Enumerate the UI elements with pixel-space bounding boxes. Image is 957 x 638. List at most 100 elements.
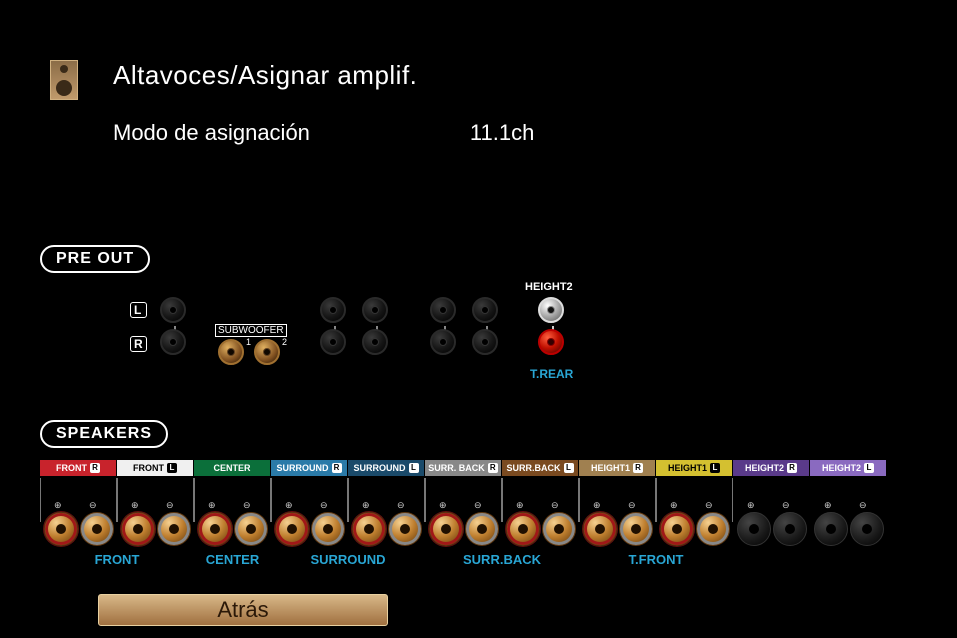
plus-icon: ⊕ xyxy=(747,500,755,511)
speakers-section-label: SPEAKERS xyxy=(40,420,168,448)
minus-icon: ⊖ xyxy=(166,500,174,511)
height2-jack-r xyxy=(538,329,564,355)
speaker-terminal-neg xyxy=(234,512,268,546)
terminal-pair: ⊕⊖ xyxy=(194,478,271,546)
plus-icon: ⊕ xyxy=(362,500,370,511)
terminal-pair: ⊕⊖ xyxy=(348,478,425,546)
channel-label: SURROUNDR xyxy=(271,460,348,476)
speakers-panel: FRONTRFRONTLCENTERSURROUNDRSURROUNDLSURR… xyxy=(40,460,920,567)
preout-jack xyxy=(320,329,346,355)
plus-icon: ⊕ xyxy=(208,500,216,511)
minus-icon: ⊖ xyxy=(474,500,482,511)
terminal-pair: ⊕⊖ xyxy=(502,478,579,546)
channel-label: CENTER xyxy=(194,460,271,476)
preout-jack xyxy=(160,297,186,323)
channel-label: SURR.BACKL xyxy=(502,460,579,476)
left-badge: L xyxy=(130,302,147,318)
terminal-pair: ⊕⊖ xyxy=(425,478,502,546)
subwoofer-jack-1 xyxy=(218,339,244,365)
terminal-pair: ⊕⊖ xyxy=(579,478,656,546)
speaker-terminal-pos xyxy=(44,512,78,546)
speaker-terminal-neg xyxy=(80,512,114,546)
preout-jack xyxy=(430,329,456,355)
terminal-pair: ⊕⊖ xyxy=(117,478,194,546)
speaker-terminal-pos xyxy=(814,512,848,546)
channel-label: HEIGHT2R xyxy=(733,460,810,476)
speaker-terminal-neg xyxy=(542,512,576,546)
speaker-terminal-pos xyxy=(121,512,155,546)
preout-jack xyxy=(430,297,456,323)
back-button-label: Atrás xyxy=(217,597,268,623)
terminal-pair: ⊕⊖ xyxy=(271,478,348,546)
right-badge: R xyxy=(130,336,147,352)
minus-icon: ⊖ xyxy=(243,500,251,511)
minus-icon: ⊖ xyxy=(397,500,405,511)
speaker-terminal-pos xyxy=(583,512,617,546)
channel-label: HEIGHT1L xyxy=(656,460,733,476)
mode-label: Modo de asignación xyxy=(113,120,310,146)
speaker-terminal-pos xyxy=(660,512,694,546)
height2-jack-l xyxy=(538,297,564,323)
minus-icon: ⊖ xyxy=(859,500,867,511)
trear-label: T.REAR xyxy=(530,367,573,381)
channel-label: HEIGHT1R xyxy=(579,460,656,476)
speaker-terminal-pos xyxy=(198,512,232,546)
terminal-pair: ⊕⊖ xyxy=(733,478,810,546)
terminal-pair: ⊕⊖ xyxy=(810,478,887,546)
preout-section-label: PRE OUT xyxy=(40,245,150,273)
minus-icon: ⊖ xyxy=(705,500,713,511)
subwoofer-jack-2 xyxy=(254,339,280,365)
preout-jack xyxy=(472,329,498,355)
plus-icon: ⊕ xyxy=(516,500,524,511)
minus-icon: ⊖ xyxy=(628,500,636,511)
speaker-terminal-neg xyxy=(619,512,653,546)
speaker-terminal-neg xyxy=(388,512,422,546)
plus-icon: ⊕ xyxy=(824,500,832,511)
group-label-tfront: T.FRONT xyxy=(579,552,733,567)
height2-label: HEIGHT2 xyxy=(525,281,573,293)
channel-label: SURR. BACKR xyxy=(425,460,502,476)
minus-icon: ⊖ xyxy=(551,500,559,511)
plus-icon: ⊕ xyxy=(670,500,678,511)
sub1-label: 1 xyxy=(246,337,251,347)
speaker-terminal-pos xyxy=(352,512,386,546)
channel-label: FRONTR xyxy=(40,460,117,476)
minus-icon: ⊖ xyxy=(89,500,97,511)
speaker-terminal-neg xyxy=(773,512,807,546)
group-label-front: FRONT xyxy=(40,552,194,567)
speaker-terminal-pos xyxy=(737,512,771,546)
preout-jack xyxy=(362,329,388,355)
subwoofer-label: SUBWOOFER xyxy=(215,324,287,337)
speaker-terminal-neg xyxy=(157,512,191,546)
back-button[interactable]: Atrás xyxy=(98,594,388,626)
page-title: Altavoces/Asignar amplif. xyxy=(113,60,417,91)
terminal-pair: ⊕⊖ xyxy=(40,478,117,546)
speaker-icon xyxy=(50,60,78,100)
plus-icon: ⊕ xyxy=(54,500,62,511)
minus-icon: ⊖ xyxy=(782,500,790,511)
preout-jack xyxy=(472,297,498,323)
group-label-center: CENTER xyxy=(194,552,271,567)
speaker-terminal-pos xyxy=(429,512,463,546)
preout-jack xyxy=(320,297,346,323)
speaker-terminal-pos xyxy=(275,512,309,546)
plus-icon: ⊕ xyxy=(285,500,293,511)
channel-label: FRONTL xyxy=(117,460,194,476)
speaker-terminal-neg xyxy=(696,512,730,546)
preout-jack xyxy=(160,329,186,355)
group-label-surround: SURROUND xyxy=(271,552,425,567)
preout-jack xyxy=(362,297,388,323)
speaker-terminal-neg xyxy=(850,512,884,546)
channel-label: HEIGHT2L xyxy=(810,460,887,476)
plus-icon: ⊕ xyxy=(593,500,601,511)
plus-icon: ⊕ xyxy=(131,500,139,511)
minus-icon: ⊖ xyxy=(320,500,328,511)
speaker-terminal-neg xyxy=(465,512,499,546)
sub2-label: 2 xyxy=(282,337,287,347)
mode-value: 11.1ch xyxy=(470,120,534,146)
plus-icon: ⊕ xyxy=(439,500,447,511)
terminal-pair: ⊕⊖ xyxy=(656,478,733,546)
group-label-surrback: SURR.BACK xyxy=(425,552,579,567)
channel-label: SURROUNDL xyxy=(348,460,425,476)
speaker-terminal-pos xyxy=(506,512,540,546)
